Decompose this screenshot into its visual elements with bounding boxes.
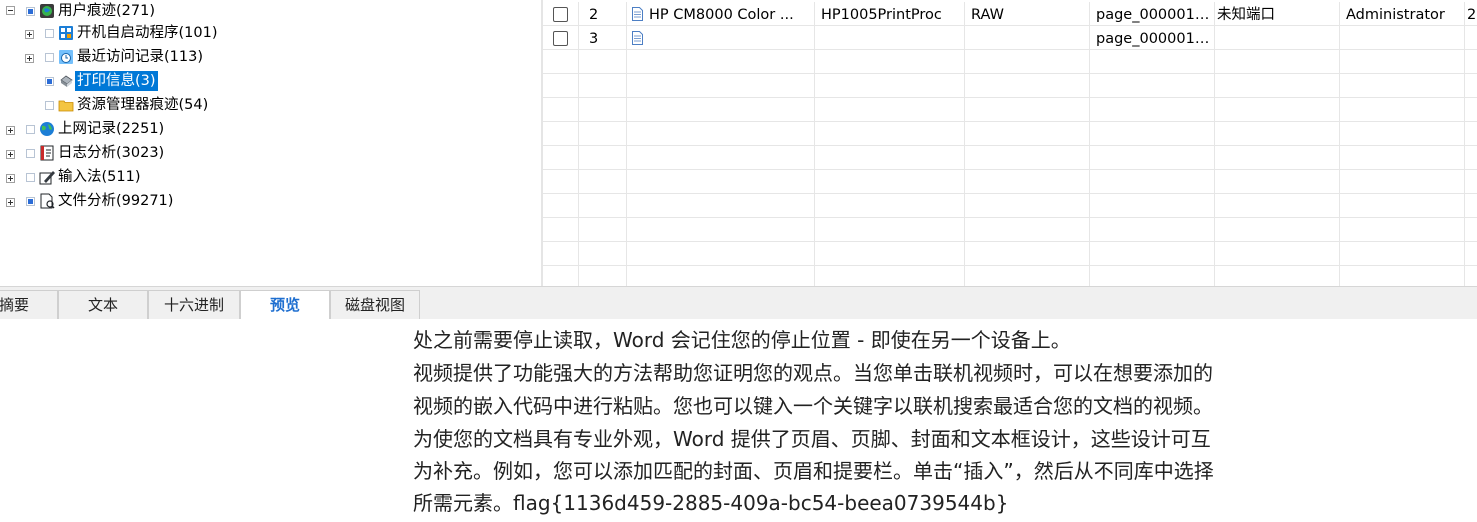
empty-row — [543, 98, 1477, 122]
empty-row — [543, 74, 1477, 98]
recent-access-icon — [59, 50, 73, 64]
folder-icon — [58, 100, 74, 112]
empty-row — [543, 218, 1477, 242]
table-row[interactable]: 3 page_000001.... — [543, 26, 1477, 50]
tree-node-input-method[interactable]: 输入法(511) — [26, 166, 143, 188]
port — [1215, 26, 1340, 50]
tree-node-label: 开机自启动程序(101) — [77, 25, 218, 41]
print-processor — [815, 26, 965, 50]
tree-checkbox[interactable] — [26, 124, 35, 134]
tree-node-startup-programs[interactable]: 开机自启动程序(101) — [45, 22, 220, 44]
data-type: RAW — [965, 2, 1090, 26]
empty-row — [543, 242, 1477, 266]
tree-node-label: 文件分析(99271) — [58, 193, 174, 209]
pen-notepad-icon — [39, 171, 55, 185]
tree-node-label: 日志分析(3023) — [58, 145, 165, 161]
time-cell-truncated: 20 — [1467, 7, 1477, 23]
port: 未知端口 — [1215, 2, 1340, 26]
document-icon — [632, 7, 643, 21]
preview-line: 视频的嵌入代码中进行粘贴。您也可以键入一个关键字以联机搜索最适合您的文档的视频。 — [413, 394, 1213, 418]
row-checkbox[interactable] — [553, 7, 568, 22]
empty-row — [543, 170, 1477, 194]
spool-file: page_000001.... — [1090, 2, 1215, 26]
tree-checkbox[interactable] — [45, 76, 54, 86]
document-icon — [632, 31, 643, 45]
tab-hex[interactable]: 十六进制 — [148, 290, 240, 319]
preview-line: 所需元素。flag{1136d459-2885-409a-bc54-beea07… — [413, 491, 1009, 515]
user-name — [1340, 26, 1465, 50]
tree-node-print-info[interactable]: 打印信息(3) — [45, 70, 158, 92]
print-records-grid: 2 HP CM8000 Color ... HP1005PrintProc RA… — [543, 0, 1477, 286]
row-checkbox-cell[interactable] — [543, 2, 579, 26]
preview-line: 为补充。例如，您可以添加匹配的封面、页眉和提要栏。单击“插入”，然后从不同库中选… — [413, 459, 1214, 483]
user-name: Administrator — [1340, 2, 1465, 26]
tab-text[interactable]: 文本 — [58, 290, 148, 319]
empty-row — [543, 146, 1477, 170]
startup-program-icon — [59, 26, 73, 40]
expand-icon[interactable] — [6, 198, 15, 207]
empty-row — [543, 122, 1477, 146]
tab-preview[interactable]: 预览 — [240, 290, 330, 321]
expand-icon[interactable] — [25, 30, 34, 39]
preview-line: 为使您的文档具有专业外观，Word 提供了页眉、页脚、封面和文本框设计，这些设计… — [413, 427, 1211, 451]
time-cell-truncated — [1465, 26, 1477, 50]
row-index: 3 — [579, 26, 627, 50]
printer-name-cell: HP CM8000 Color ... — [627, 2, 815, 26]
tree-node-explorer-traces[interactable]: 资源管理器痕迹(54) — [45, 94, 210, 116]
tree-checkbox[interactable] — [45, 28, 54, 38]
tree-checkbox[interactable] — [26, 6, 35, 16]
table-row[interactable]: 2 HP CM8000 Color ... HP1005PrintProc RA… — [543, 2, 1477, 26]
tree-node-log-analysis[interactable]: 日志分析(3023) — [26, 142, 166, 164]
expand-icon[interactable] — [25, 54, 34, 63]
tree-checkbox[interactable] — [26, 172, 35, 182]
spool-file: page_000001.... — [1090, 26, 1215, 50]
row-index: 2 — [579, 2, 627, 26]
tree-node-label: 最近访问记录(113) — [77, 49, 203, 65]
tree-checkbox[interactable] — [45, 100, 54, 110]
tree-node-user-traces[interactable]: 用户痕迹(271) — [26, 0, 157, 22]
tree-node-label: 输入法(511) — [58, 169, 141, 185]
tab-disk-view[interactable]: 磁盘视图 — [330, 290, 420, 319]
globe-user-icon — [40, 4, 54, 18]
empty-row — [543, 50, 1477, 74]
log-book-icon — [40, 145, 54, 161]
evidence-tree[interactable]: 用户痕迹(271) 开机自启动程序(101) 最近访问记录(113) 打印信息(… — [0, 0, 541, 286]
expand-icon[interactable] — [6, 126, 15, 135]
tab-summary[interactable]: 摘要 — [0, 290, 58, 319]
empty-row — [543, 266, 1477, 286]
tree-node-internet-records[interactable]: 上网记录(2251) — [26, 118, 166, 140]
file-analysis-icon — [40, 193, 55, 209]
print-processor: HP1005PrintProc — [815, 2, 965, 26]
tree-checkbox[interactable] — [26, 196, 35, 206]
printer-icon — [60, 75, 73, 87]
row-checkbox[interactable] — [553, 31, 568, 46]
tree-node-recent-access[interactable]: 最近访问记录(113) — [45, 46, 205, 68]
tree-node-label: 资源管理器痕迹(54) — [77, 97, 209, 113]
internet-globe-icon — [40, 122, 54, 136]
printer-name: HP CM8000 Color ... — [649, 7, 794, 23]
tree-node-label: 用户痕迹(271) — [58, 3, 155, 19]
tree-checkbox[interactable] — [45, 52, 54, 62]
empty-row — [543, 194, 1477, 218]
detail-tab-bar: 摘要 文本 十六进制 预览 磁盘视图 — [0, 286, 1477, 321]
tree-node-file-analysis[interactable]: 文件分析(99271) — [26, 190, 175, 212]
expand-icon[interactable] — [6, 174, 15, 183]
row-checkbox-cell[interactable] — [543, 26, 579, 50]
tree-checkbox[interactable] — [26, 148, 35, 158]
expand-icon[interactable] — [6, 150, 15, 159]
document-preview: ​ 处之前需要停止读取，Word 会记住您的停止位置 - 即使在另一个设备上。 … — [0, 319, 1477, 522]
tree-node-label: 上网记录(2251) — [58, 121, 165, 137]
preview-line: 处之前需要停止读取，Word 会记住您的停止位置 - 即使在另一个设备上。 — [413, 328, 1071, 352]
preview-line: 视频提供了功能强大的方法帮助您证明您的观点。当您单击联机视频时，可以在想要添加的 — [413, 361, 1213, 385]
printer-name-cell — [627, 26, 815, 50]
tree-node-label: 打印信息(3) — [75, 71, 158, 91]
collapse-icon[interactable] — [6, 6, 15, 15]
data-type — [965, 26, 1090, 50]
